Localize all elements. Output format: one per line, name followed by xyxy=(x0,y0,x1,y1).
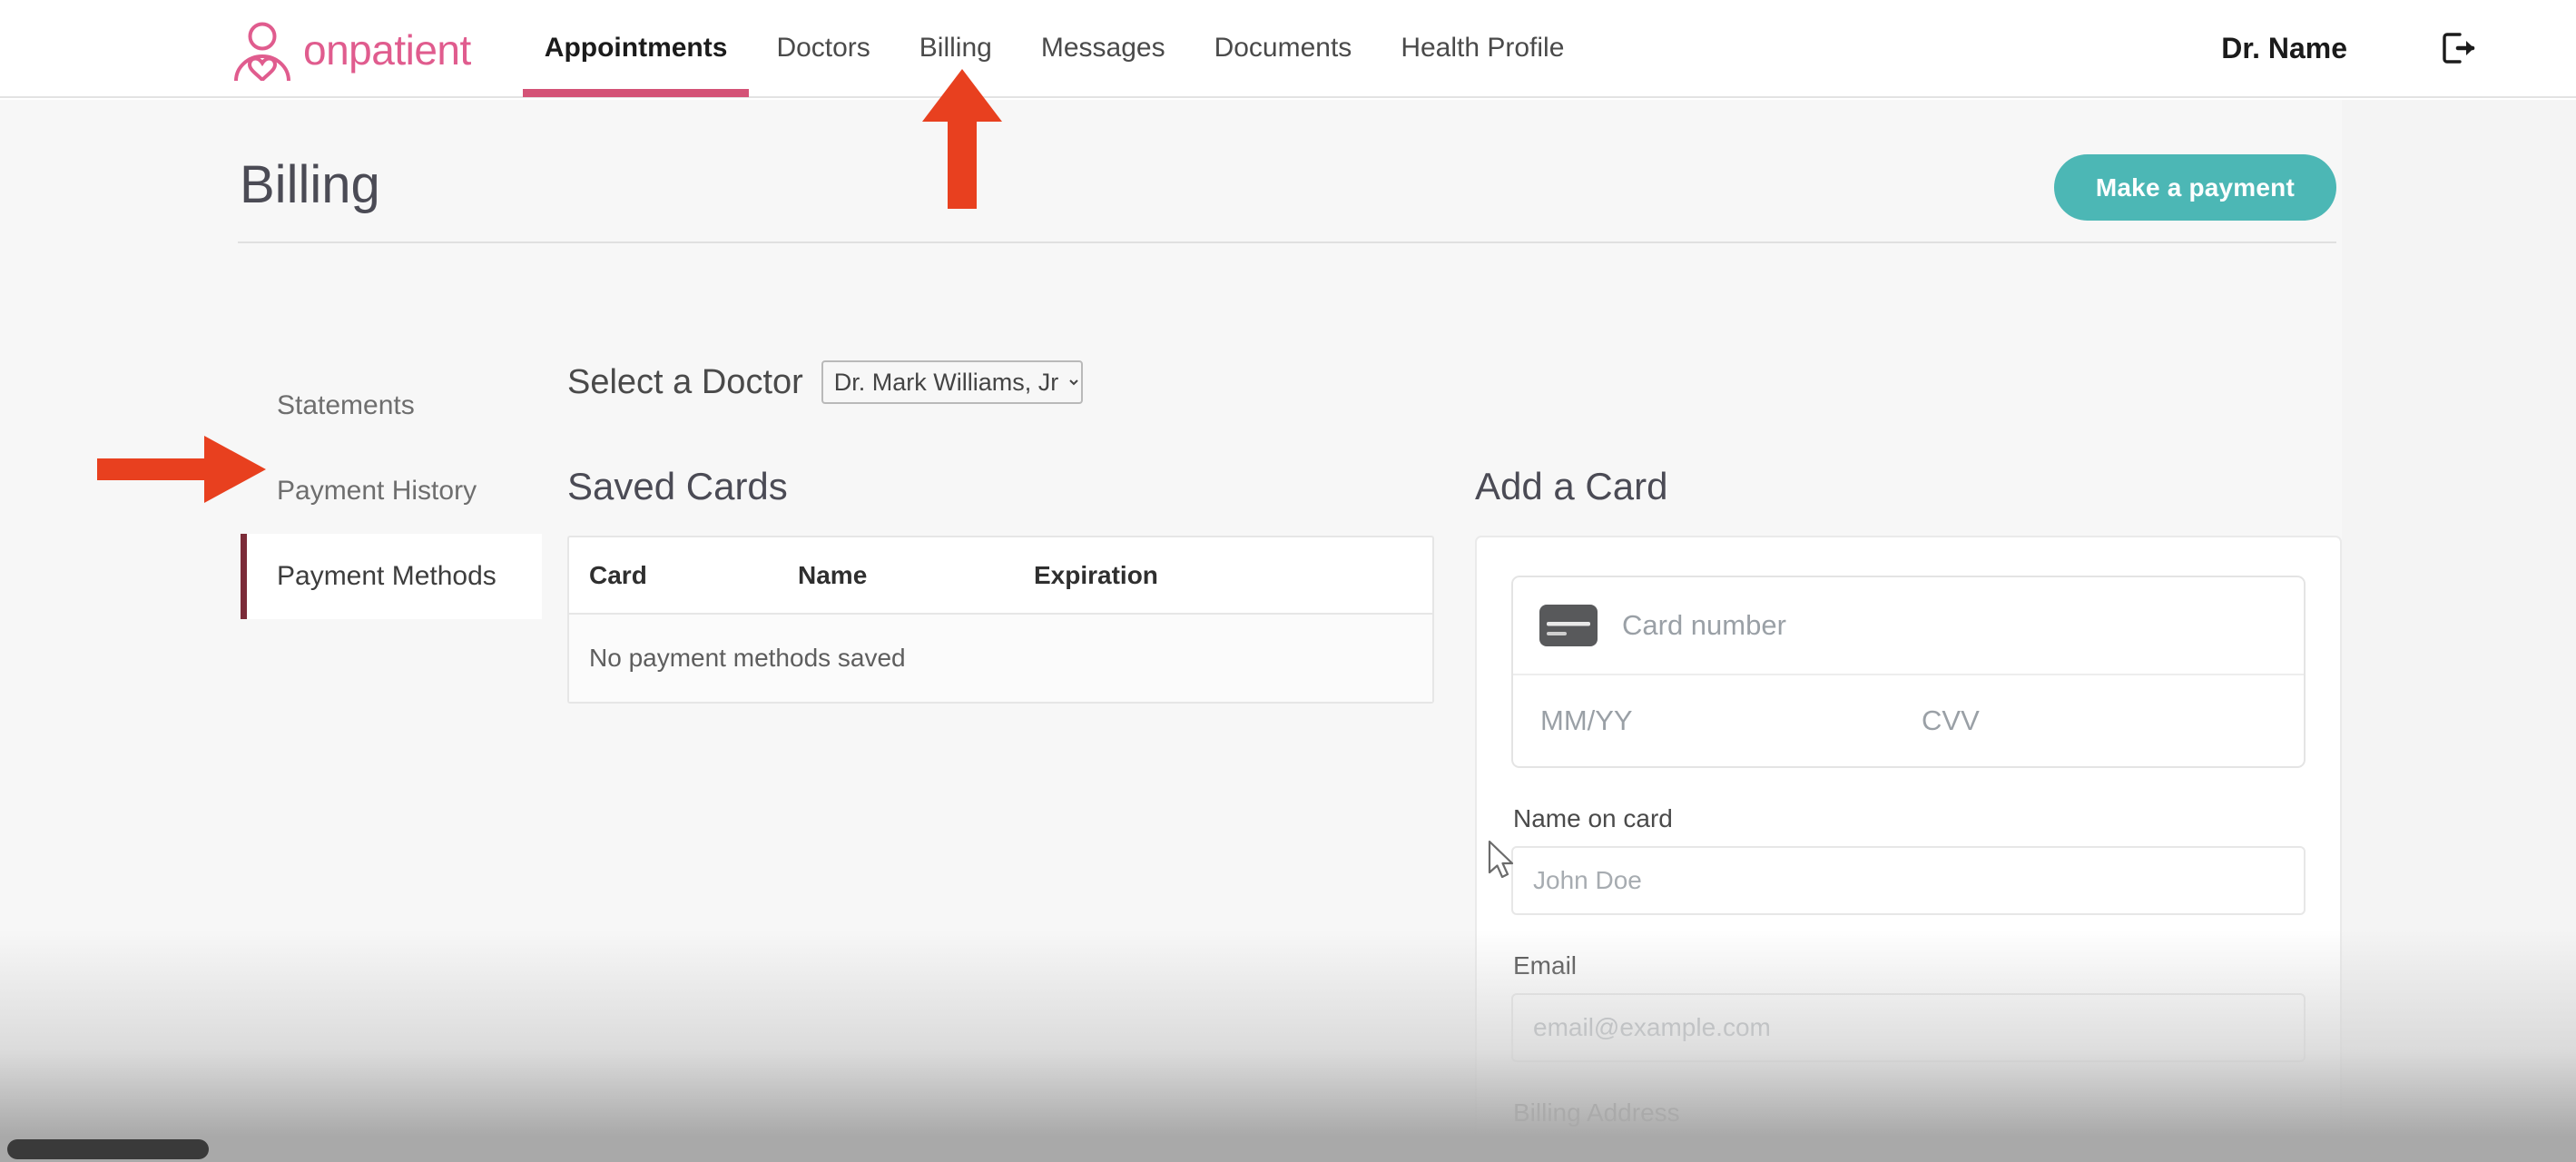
nav-label: Documents xyxy=(1214,33,1352,63)
nav-label: Health Profile xyxy=(1401,33,1565,63)
main-nav: Appointments Doctors Billing Messages Do… xyxy=(520,0,1589,97)
credit-card-icon xyxy=(1539,605,1598,646)
table-header-row: Card Name Expiration xyxy=(569,537,1432,615)
expiry-cvv-row[interactable]: MM/YY CVV xyxy=(1513,675,2304,766)
sidebar-item-label: Payment Methods xyxy=(277,561,497,591)
page-title: Billing xyxy=(240,155,380,214)
page-header: Billing Make a payment xyxy=(238,143,2336,243)
name-on-card-label: Name on card xyxy=(1513,804,1673,832)
main-content: Select a Doctor Dr. Mark Williams, Jr Sa… xyxy=(567,354,2342,1162)
column-header-name: Name xyxy=(798,560,868,589)
sidebar-item-label: Statements xyxy=(277,390,415,420)
nav-label: Billing xyxy=(919,33,992,63)
top-navigation-bar: onpatient Appointments Doctors Billing M… xyxy=(0,0,2576,98)
nav-item-messages[interactable]: Messages xyxy=(1017,0,1190,97)
column-header-card: Card xyxy=(589,560,647,589)
nav-label: Messages xyxy=(1040,33,1165,63)
nav-label: Appointments xyxy=(544,33,728,63)
nav-item-doctors[interactable]: Doctors xyxy=(752,0,894,97)
right-gutter xyxy=(2342,100,2576,1162)
card-number-row[interactable]: Card number xyxy=(1513,577,2304,675)
saved-cards-table: Card Name Expiration No payment methods … xyxy=(567,536,1434,704)
billing-sidebar: Statements Payment History Payment Metho… xyxy=(241,363,542,619)
person-heart-icon xyxy=(234,22,290,81)
sidebar-item-payment-history[interactable]: Payment History xyxy=(241,448,542,534)
page-body: Billing Make a payment Statements Paymen… xyxy=(0,100,2576,1162)
billing-address-label: Billing Address xyxy=(1513,1098,1680,1127)
brand-logo[interactable]: onpatient xyxy=(234,15,471,81)
top-bar-right: Dr. Name xyxy=(2221,28,2478,68)
saved-cards-column: Saved Cards Card Name Expiration No paym… xyxy=(567,465,1475,1162)
horizontal-scrollbar-thumb[interactable] xyxy=(7,1139,209,1159)
two-column-layout: Saved Cards Card Name Expiration No paym… xyxy=(567,465,2342,1162)
email-input[interactable] xyxy=(1511,993,2306,1062)
column-header-expiration: Expiration xyxy=(1034,560,1158,589)
horizontal-scrollbar-track[interactable] xyxy=(0,1137,2576,1162)
make-a-payment-button[interactable]: Make a payment xyxy=(2053,154,2336,221)
brand-name: onpatient xyxy=(303,26,471,74)
sidebar-item-statements[interactable]: Statements xyxy=(241,363,542,448)
card-details-group: Card number MM/YY CVV xyxy=(1511,576,2306,768)
onpatient-billing-page: onpatient Appointments Doctors Billing M… xyxy=(0,0,2576,1162)
doctor-select[interactable]: Dr. Mark Williams, Jr xyxy=(821,360,1083,404)
nav-item-billing[interactable]: Billing xyxy=(895,0,1017,97)
cvv-placeholder: CVV xyxy=(1922,704,1980,736)
sidebar-item-label: Payment History xyxy=(277,476,477,506)
doctor-selector-row: Select a Doctor Dr. Mark Williams, Jr xyxy=(567,354,2342,410)
card-number-placeholder: Card number xyxy=(1622,609,1786,641)
select-doctor-label: Select a Doctor xyxy=(567,362,803,401)
email-label: Email xyxy=(1513,951,1578,980)
name-on-card-input[interactable] xyxy=(1511,846,2306,915)
user-name: Dr. Name xyxy=(2221,31,2347,64)
nav-item-health-profile[interactable]: Health Profile xyxy=(1376,0,1588,97)
nav-item-documents[interactable]: Documents xyxy=(1190,0,1377,97)
nav-label: Doctors xyxy=(776,33,870,63)
logout-icon[interactable] xyxy=(2438,28,2478,68)
add-card-panel: Card number MM/YY CVV Name on card Email… xyxy=(1475,536,2342,1162)
saved-cards-title: Saved Cards xyxy=(567,465,788,507)
empty-state-message: No payment methods saved xyxy=(569,615,1432,702)
mouse-cursor xyxy=(1488,840,1514,879)
expiry-placeholder: MM/YY xyxy=(1540,704,1633,736)
nav-item-appointments[interactable]: Appointments xyxy=(520,0,752,97)
add-card-column: Add a Card Card number MM/YY CVV Name on… xyxy=(1475,465,2342,1162)
add-card-title: Add a Card xyxy=(1475,465,1668,507)
sidebar-item-payment-methods[interactable]: Payment Methods xyxy=(241,534,542,619)
